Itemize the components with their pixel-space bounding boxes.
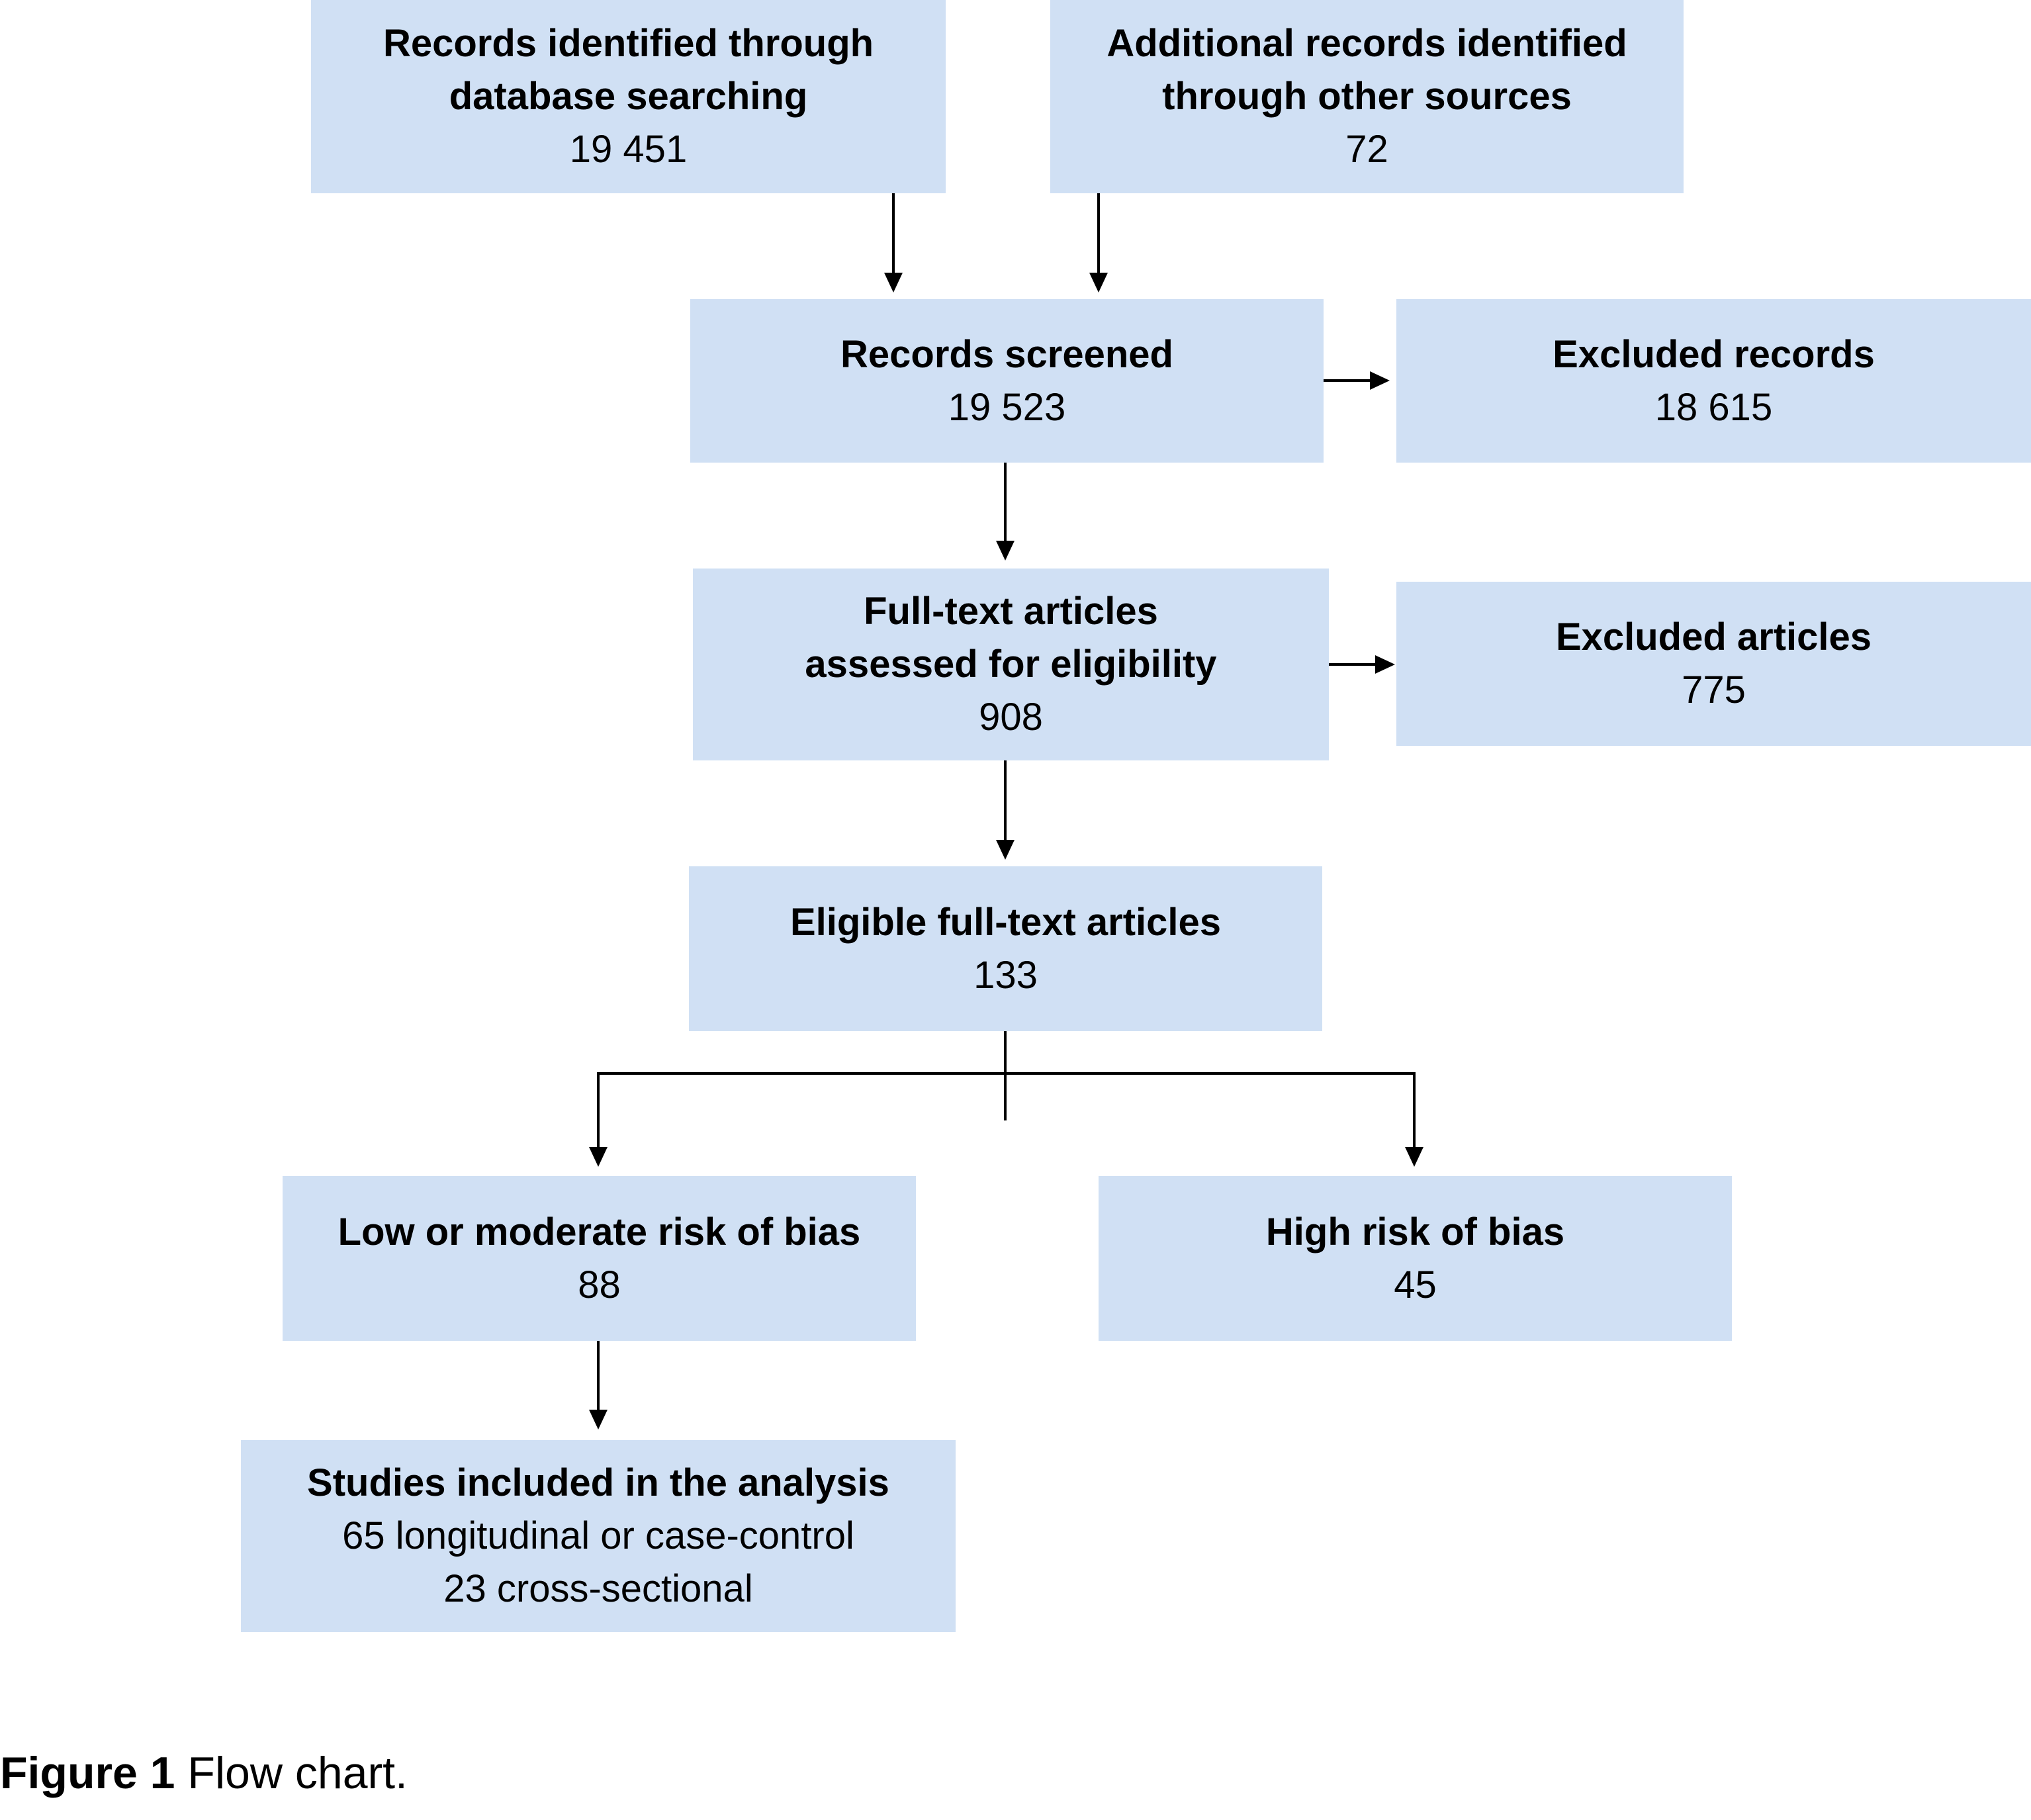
caption-label: Figure 1 — [0, 1748, 175, 1798]
arrowhead-icon — [996, 541, 1015, 561]
figure-caption: Figure 1 Flow chart. — [0, 1747, 408, 1799]
connectors — [589, 193, 1423, 1430]
arrowhead-icon — [1375, 655, 1395, 674]
arrowhead-icon — [996, 840, 1015, 860]
arrowhead-icon — [884, 273, 903, 293]
arrowhead-icon — [1370, 371, 1390, 390]
arrowhead-icon — [589, 1410, 608, 1430]
arrowhead-icon — [1089, 273, 1108, 293]
arrowhead-icon — [1405, 1147, 1423, 1167]
caption-text: Flow chart. — [187, 1748, 408, 1798]
arrowhead-icon — [589, 1147, 608, 1167]
